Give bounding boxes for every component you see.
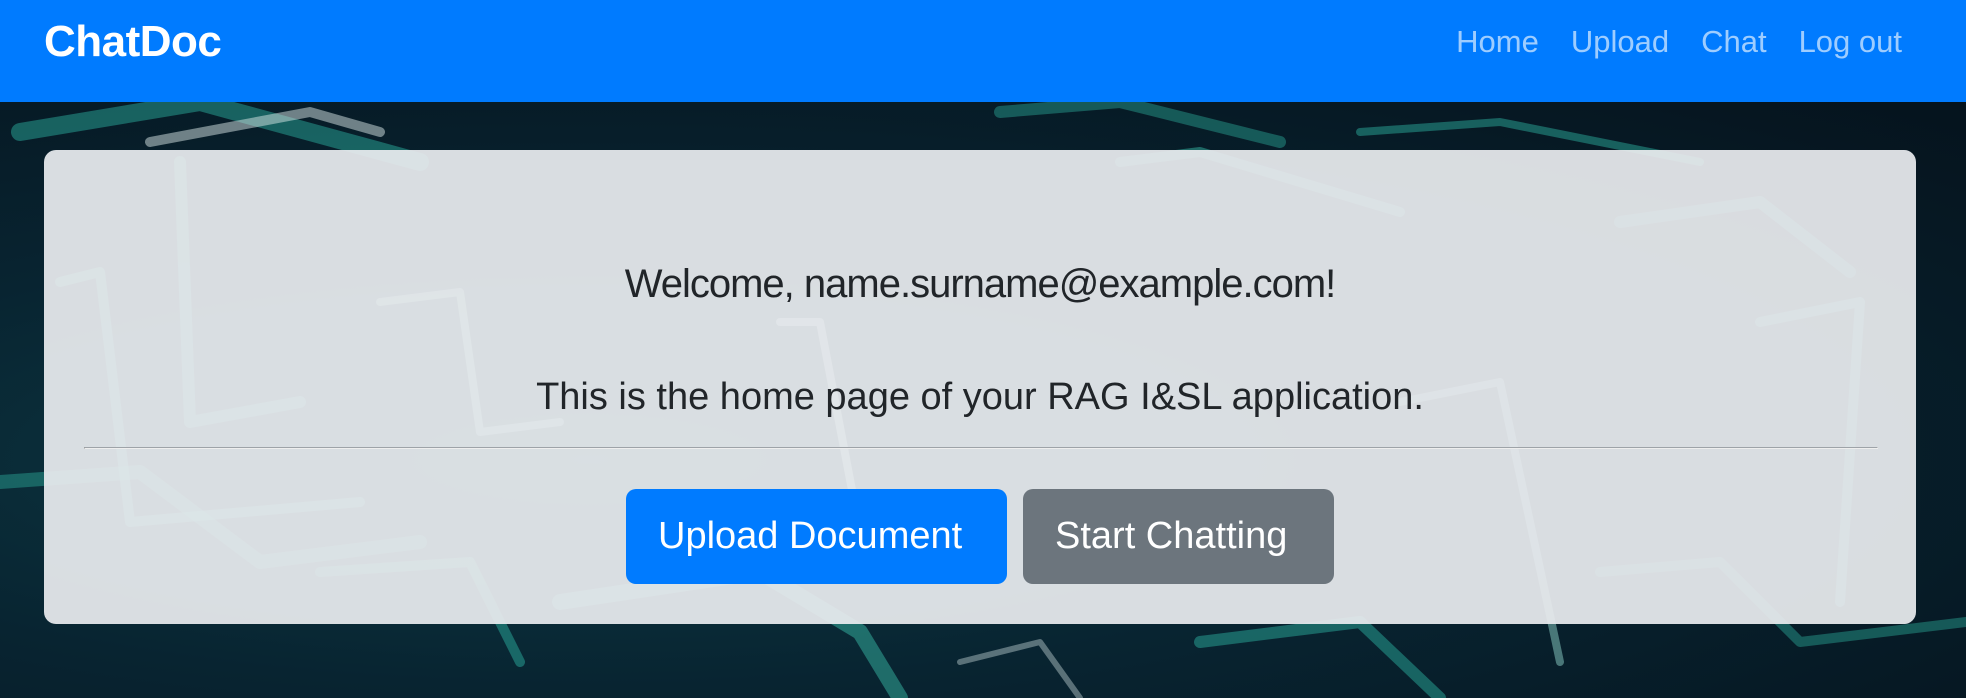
welcome-heading: Welcome, name.surname@example.com!: [624, 261, 1337, 306]
divider: [84, 447, 1878, 449]
start-chatting-button[interactable]: Start Chatting: [1023, 489, 1334, 584]
nav-link-upload[interactable]: Upload: [1571, 22, 1669, 62]
nav-link-logout[interactable]: Log out: [1799, 22, 1902, 62]
navbar: ChatDoc Home Upload Chat Log out: [0, 0, 1966, 102]
welcome-card: Welcome, name.surname@example.com! This …: [44, 150, 1916, 624]
welcome-lead-text: This is the home page of your RAG I&SL a…: [536, 376, 1424, 418]
brand-logo[interactable]: ChatDoc: [44, 18, 222, 66]
action-buttons: Upload Document Start Chatting: [44, 489, 1916, 584]
nav-link-chat[interactable]: Chat: [1701, 22, 1766, 62]
nav-link-home[interactable]: Home: [1456, 22, 1539, 62]
nav-links: Home Upload Chat Log out: [1456, 22, 1902, 62]
upload-document-button[interactable]: Upload Document: [626, 489, 1007, 584]
